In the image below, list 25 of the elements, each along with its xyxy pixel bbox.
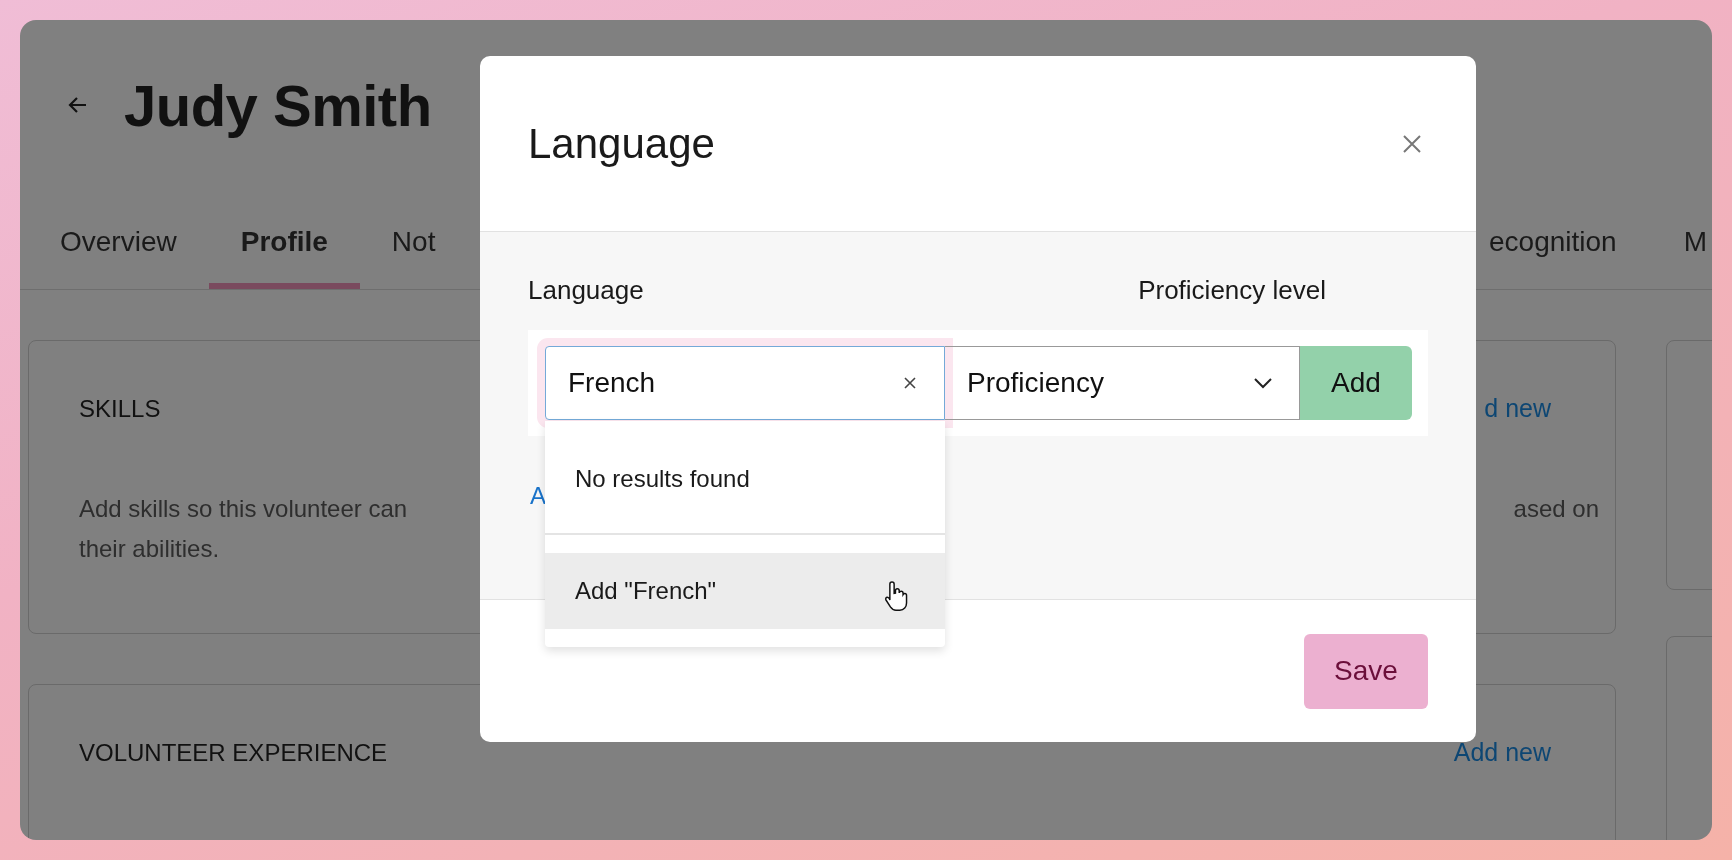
no-results-message: No results found: [545, 421, 945, 535]
dropdown-option[interactable]: Add "French": [545, 553, 945, 629]
page-title: Judy Smith: [124, 71, 432, 139]
pointer-hand-icon: [884, 580, 908, 612]
proficiency-dropdown[interactable]: Proficiency: [945, 346, 1300, 420]
close-icon[interactable]: [1402, 133, 1422, 154]
add-button[interactable]: Add: [1300, 346, 1412, 420]
card-description: ased on: [1513, 494, 1599, 524]
tab[interactable]: ecognition: [1489, 190, 1649, 289]
card-description: Add skills so this volunteer can their abilities.: [79, 494, 408, 564]
partial-link[interactable]: A: [530, 482, 546, 510]
card-title: VOLUNTEER EXPERIENCE: [79, 738, 388, 767]
add-new-link[interactable]: Add new: [1453, 738, 1551, 767]
chevron-down-icon: [1253, 377, 1273, 389]
tab[interactable]: Not: [359, 190, 468, 289]
tab[interactable]: Overview: [28, 190, 209, 289]
field-label: Language: [528, 274, 644, 306]
card-title: SKILLS: [79, 394, 161, 423]
tab[interactable]: M: [1648, 190, 1712, 289]
tab[interactable]: Profile: [208, 190, 360, 289]
save-button[interactable]: Save: [1304, 633, 1428, 709]
dialog-title: Language: [528, 119, 715, 168]
add-new-link[interactable]: d new: [1484, 394, 1551, 423]
field-label: Proficiency level: [1138, 274, 1326, 306]
clear-icon[interactable]: [904, 377, 916, 389]
